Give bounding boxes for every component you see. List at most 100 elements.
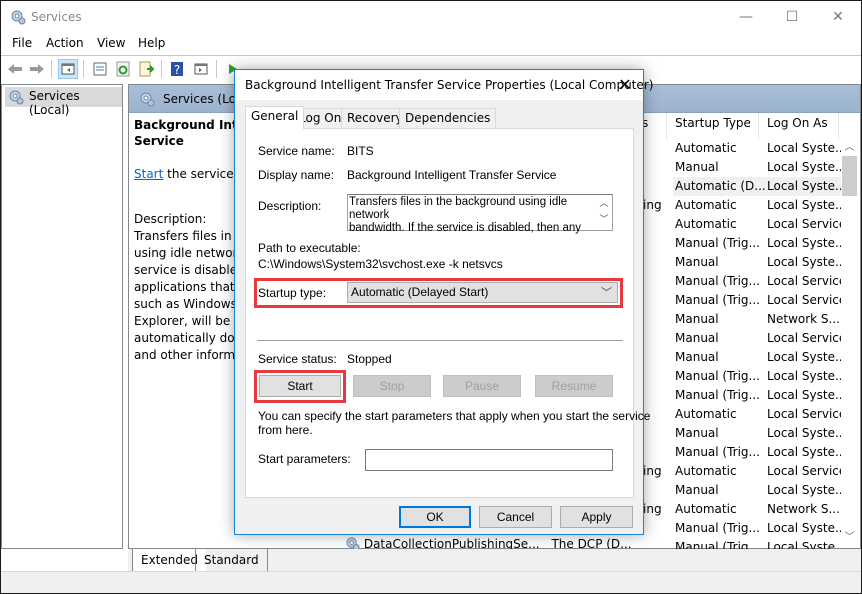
divider — [257, 340, 623, 341]
path-label: Path to executable: — [258, 241, 361, 255]
status-cell-fragment: ing — [643, 502, 662, 516]
general-tab-panel: Service name: BITS Display name: Backgro… — [245, 128, 650, 498]
column-separator[interactable] — [838, 113, 839, 139]
table-row[interactable]: Automatic (D... Local Syste... — [673, 177, 846, 196]
display-name-value: Background Intelligent Transfer Service — [347, 168, 557, 182]
table-row[interactable]: Automatic Local Syste... — [673, 139, 846, 158]
stop-button[interactable]: Stop — [353, 375, 431, 397]
log-on-as-cell: Local Syste... — [767, 141, 847, 155]
status-cell-fragment: ing — [643, 198, 662, 212]
tab-general[interactable]: General — [245, 106, 305, 129]
description-textbox[interactable]: Transfers files in the background using … — [347, 194, 613, 234]
startup-type-select[interactable]: Automatic (Delayed Start) ﹀ — [347, 282, 618, 303]
table-row[interactable]: Manual (Trig... Local Syste... — [673, 234, 846, 253]
export-list-icon[interactable] — [137, 60, 155, 78]
scroll-up-icon[interactable]: ︿ — [841, 139, 858, 156]
start-service-link[interactable]: Start — [134, 167, 163, 181]
scroll-down-icon[interactable]: ﹀ — [841, 529, 858, 546]
refresh-icon[interactable] — [114, 60, 132, 78]
startup-type-cell: Manual (Trig... — [675, 521, 760, 535]
table-row[interactable]: Automatic Network S... — [673, 500, 842, 519]
pause-button[interactable]: Pause — [443, 375, 521, 397]
table-row[interactable]: Manual Local Service — [673, 329, 846, 348]
scrollbar-thumb[interactable] — [842, 156, 857, 196]
log-on-as-cell: Local Syste... — [767, 483, 847, 497]
startup-type-cell: Automatic — [675, 198, 737, 212]
menu-view[interactable]: View — [97, 36, 125, 50]
help-icon[interactable]: ? — [168, 60, 186, 78]
startup-type-value: Automatic (Delayed Start) — [351, 285, 489, 299]
table-row[interactable]: Manual (Trig... Local Syste... — [673, 386, 846, 405]
back-icon[interactable] — [6, 60, 24, 78]
table-row[interactable]: Manual Local Syste... — [673, 348, 846, 367]
console-tree: Services (Local) — [1, 84, 123, 549]
table-row[interactable]: Manual Network S... — [673, 310, 842, 329]
resume-button[interactable]: Resume — [535, 375, 613, 397]
table-row[interactable]: Manual Local Syste... — [673, 158, 846, 177]
table-row[interactable]: Manual (Trig... Local Syste... — [673, 367, 846, 386]
minimize-button[interactable]: — — [723, 1, 769, 33]
table-row[interactable]: Automatic Local Service — [673, 215, 846, 234]
path-value: C:\Windows\System32\svchost.exe -k netsv… — [258, 257, 503, 271]
startup-type-label: Startup type: — [258, 286, 327, 300]
table-row[interactable]: Manual Local Syste... — [673, 253, 846, 272]
dialog-close-button[interactable]: ✕ — [615, 75, 635, 95]
table-row[interactable]: Automatic Local Syste... — [673, 196, 846, 215]
menu-file[interactable]: File — [12, 36, 32, 50]
log-on-as-cell: Local Service — [767, 274, 847, 288]
start-button[interactable]: Start — [259, 375, 341, 397]
show-hide-console-tree-icon[interactable] — [58, 59, 78, 79]
log-on-as-cell: Local Syste... — [767, 426, 847, 440]
cancel-button[interactable]: Cancel — [479, 506, 552, 528]
maximize-button[interactable]: ☐ — [769, 1, 815, 33]
scroll-up-icon[interactable]: ︿ — [598, 197, 610, 210]
service-status-label: Service status: — [258, 352, 337, 366]
table-row[interactable]: Manual (Trig... Local Service — [673, 291, 846, 310]
chevron-down-icon: ﹀ — [601, 287, 612, 299]
startup-type-cell: Manual — [675, 160, 719, 174]
show-action-pane-icon[interactable] — [192, 60, 210, 78]
services-gear-icon — [11, 10, 26, 25]
forward-icon[interactable] — [28, 60, 46, 78]
column-separator[interactable] — [666, 113, 667, 139]
menu-action[interactable]: Action — [46, 36, 84, 50]
log-on-as-cell: Local Service — [767, 464, 847, 478]
description-line: bandwidth. If the service is disabled, t… — [349, 222, 582, 234]
startup-type-cell: Automatic — [675, 141, 737, 155]
log-on-as-cell: Local Syste... — [767, 160, 847, 174]
status-cell-fragment: ing — [643, 464, 662, 478]
vertical-scrollbar[interactable]: ︿ ﹀ — [841, 139, 858, 546]
tree-item-services-local[interactable]: Services (Local) — [5, 87, 122, 117]
services-gear-icon — [9, 90, 24, 105]
log-on-as-cell: Local Syste... — [767, 179, 847, 193]
tab-standard[interactable]: Standard — [195, 549, 268, 571]
service-name-label: Service name: — [258, 144, 335, 158]
menu-help[interactable]: Help — [138, 36, 165, 50]
startup-type-cell: Manual (Trig... — [675, 293, 760, 307]
startup-type-cell: Manual (Trig... — [675, 388, 760, 402]
close-button[interactable]: ✕ — [815, 1, 861, 33]
table-row[interactable]: Automatic Local Service — [673, 462, 846, 481]
table-row[interactable]: Manual Local Syste... — [673, 481, 846, 500]
table-row[interactable]: Manual (Trig... Local Syste... — [673, 443, 846, 462]
start-params-input[interactable] — [365, 449, 613, 471]
table-row[interactable]: Manual Local Syste... — [673, 424, 846, 443]
svg-text:?: ? — [174, 63, 180, 77]
startup-type-cell: Manual (Trig... — [675, 236, 760, 250]
table-row[interactable]: Manual (Trig... Local Service — [673, 272, 846, 291]
table-row[interactable]: Automatic Local Service — [673, 405, 846, 424]
start-service-suffix: the service — [163, 167, 234, 181]
properties-icon[interactable] — [91, 60, 109, 78]
table-row[interactable]: Manual (Trig... Local Syste... — [673, 519, 846, 538]
apply-button[interactable]: Apply — [560, 506, 633, 528]
toolbar-separator — [51, 60, 52, 78]
log-on-as-cell: Network S... — [767, 312, 840, 326]
startup-type-cell: Manual — [675, 255, 719, 269]
ok-button[interactable]: OK — [399, 506, 471, 528]
column-separator[interactable] — [758, 113, 759, 139]
column-header-log-on-as[interactable]: Log On As — [767, 116, 828, 134]
tab-dependencies[interactable]: Dependencies — [399, 108, 497, 128]
scroll-down-icon[interactable]: ﹀ — [598, 213, 610, 226]
column-header-startup-type[interactable]: Startup Type — [675, 116, 751, 134]
log-on-as-cell: Local Service — [767, 331, 847, 345]
